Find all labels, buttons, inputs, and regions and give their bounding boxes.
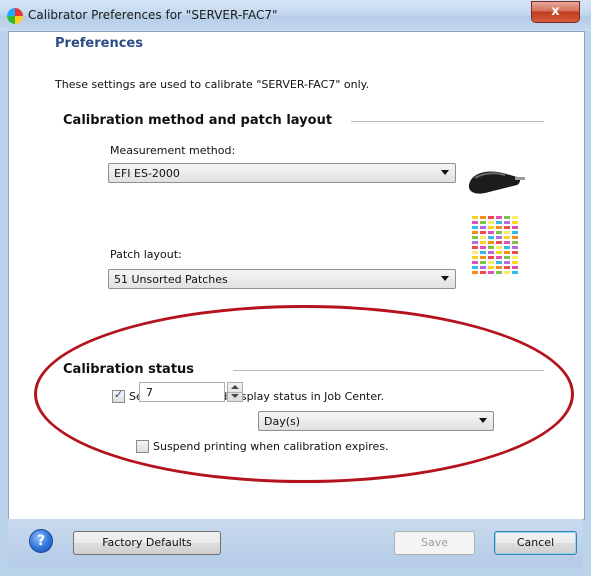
measurement-method-value: EFI ES-2000 [114,167,180,180]
close-button[interactable]: x [531,1,580,23]
help-icon[interactable]: ? [29,529,53,553]
calibrator-app-icon [7,8,23,24]
chevron-down-icon [441,170,449,175]
close-icon: x [551,4,560,19]
cancel-button[interactable]: Cancel [494,531,577,555]
annotation-ellipse [34,305,574,483]
help-glyph: ? [36,533,46,549]
page-title: Preferences [55,36,143,51]
spectrophotometer-icon [468,171,525,194]
dialog-window: Calibrator Preferences for "SERVER-FAC7"… [0,0,591,576]
patch-layout-value: 51 Unsorted Patches [114,273,228,286]
calibration-method-group-title: Calibration method and patch layout [63,113,333,128]
patch-layout-select[interactable]: 51 Unsorted Patches [108,269,456,289]
patch-layout-icon [472,216,518,274]
title-bar[interactable]: Calibrator Preferences for "SERVER-FAC7"… [0,0,591,31]
factory-defaults-button[interactable]: Factory Defaults [73,531,221,555]
measurement-method-select[interactable]: EFI ES-2000 [108,163,456,183]
measurement-method-label: Measurement method: [110,144,236,157]
save-button[interactable]: Save [394,531,475,555]
patch-layout-label: Patch layout: [110,248,182,261]
group-divider [351,121,544,122]
window-title: Calibrator Preferences for "SERVER-FAC7" [28,8,278,22]
chevron-down-icon [441,276,449,281]
description-text: These settings are used to calibrate "SE… [55,78,370,91]
